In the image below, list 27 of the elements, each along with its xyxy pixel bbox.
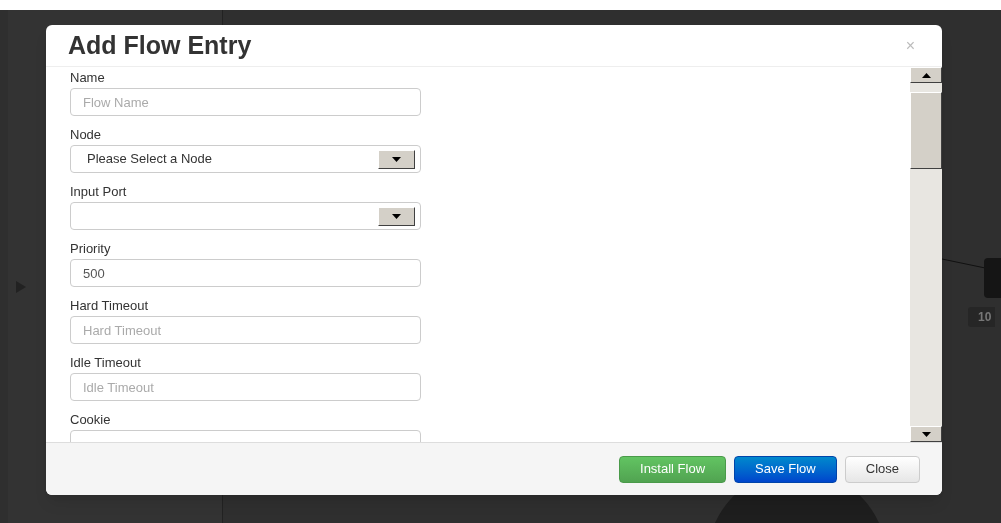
select-field[interactable]: Please Select a Node (70, 145, 421, 173)
field-label: Input Port (70, 183, 128, 201)
caret-down-icon (392, 156, 401, 162)
field-label: Node (70, 126, 103, 144)
input-field[interactable]: Flow Name (70, 88, 421, 116)
field-label: Priority (70, 240, 112, 258)
scrollbar[interactable] (910, 67, 942, 442)
input-field[interactable]: Idle Timeout (70, 373, 421, 401)
input-field[interactable]: Hard Timeout (70, 316, 421, 344)
dialog-title: Add Flow Entry (68, 29, 252, 61)
dropdown-button[interactable] (378, 149, 415, 169)
field-label: Name (70, 69, 106, 87)
scroll-down-button[interactable] (910, 426, 942, 442)
scroll-thumb[interactable] (910, 92, 942, 169)
dialog-button[interactable]: Save Flow (734, 455, 837, 483)
caret-down-icon (921, 431, 931, 437)
caret-down-icon (392, 213, 401, 219)
node-label: 10 (968, 307, 996, 327)
dropdown-button[interactable] (378, 206, 415, 226)
input-field[interactable]: 500 (70, 259, 421, 287)
field-label: Cookie (70, 411, 112, 429)
select-field[interactable] (70, 202, 421, 230)
scroll-up-button[interactable] (910, 67, 942, 83)
field-label: Idle Timeout (70, 354, 142, 372)
field-label: Hard Timeout (70, 297, 150, 315)
caret-up-icon (921, 72, 931, 78)
dialog-button[interactable]: Close (844, 455, 920, 483)
